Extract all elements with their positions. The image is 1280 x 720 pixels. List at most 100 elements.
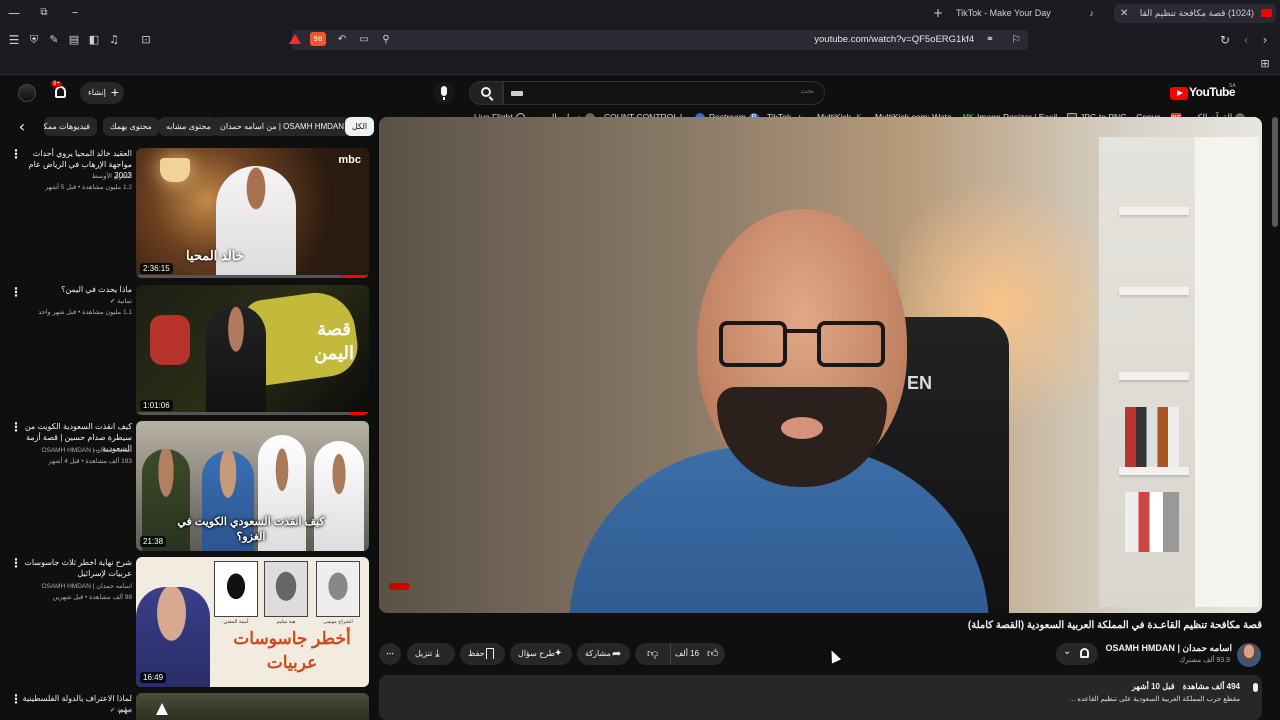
new-tab-icon[interactable]: + [932, 6, 944, 20]
avatar[interactable] [18, 84, 36, 102]
thumb-portrait-3 [316, 561, 360, 617]
bookmark-icon [486, 648, 494, 659]
mic-icon [441, 86, 447, 96]
search-input[interactable]: بحث [503, 81, 825, 105]
download-button[interactable]: تنزيل ⤓ [407, 643, 455, 665]
share-icon: ➦ [612, 648, 622, 660]
menu-icon[interactable]: — [8, 6, 20, 20]
youtube-icon [1261, 9, 1272, 17]
youtube-logo[interactable]: YouTube SA [1170, 83, 1240, 103]
channel-name[interactable]: ثمانية ✔ [20, 296, 132, 307]
close-icon[interactable]: ✕ [1120, 4, 1128, 23]
tiktok-icon: ♪ [1089, 8, 1095, 18]
restore-icon[interactable]: ⧉ [38, 6, 50, 20]
video-player[interactable]: EN [379, 117, 1262, 613]
bookshelf [1099, 137, 1259, 607]
more-actions-icon[interactable]: ⋮ [10, 556, 22, 570]
channel-name[interactable]: ثمانية ✔ [20, 705, 132, 716]
shield-icon[interactable]: ⛨ [28, 33, 40, 47]
more-actions-icon[interactable]: ⋮ [10, 420, 22, 434]
notifications-button[interactable]: 9+ [51, 81, 71, 103]
brave-rewards-icon[interactable] [289, 34, 301, 44]
play-triangle [1177, 90, 1183, 96]
more-actions-icon[interactable]: ⋮ [10, 692, 22, 706]
chip-recommended[interactable]: فيديوهات ممكنة... [44, 117, 97, 136]
music-icon[interactable]: ♫ [108, 33, 120, 47]
scrollbar-thumb[interactable] [1272, 117, 1278, 227]
video-title[interactable]: ماذا يحدث في اليمن؟ [20, 284, 132, 295]
cast-icon[interactable]: ▭ [358, 33, 370, 47]
hamburger-icon[interactable]: ☰ [8, 33, 20, 47]
video-title[interactable]: شرح نهاية اخطر ثلاث جاسوسات عربيات لإسرا… [20, 557, 132, 579]
bookmarks-bar: Live Flight حساب العمر COUNT CONTROL L..… [0, 53, 1280, 123]
shield-badge[interactable]: 98 [310, 32, 326, 46]
screenshot-icon[interactable]: ⊡ [140, 33, 152, 47]
video-meta: 1.1 مليون مشاهدة • قبل شهر واحد [38, 309, 132, 316]
more-actions-icon[interactable]: ⋮ [10, 285, 22, 299]
progress-bar [136, 412, 369, 415]
subscribe-button[interactable]: ⌄ [1056, 643, 1098, 665]
portrait-name: انشراح موسى [323, 619, 353, 625]
minimize-icon[interactable]: – [69, 5, 81, 19]
search-icon[interactable]: ⚲ [380, 33, 392, 47]
mouse-cursor-icon [826, 648, 842, 664]
search-button[interactable] [469, 81, 503, 105]
address-bar[interactable]: 98 ↶ ▭ ⚲ youtube.com/watch?v=QF5oERG1kf4… [289, 30, 1028, 50]
tab-tiktok[interactable]: TikTok - Make Your Day ♪ [956, 4, 1096, 23]
channel-name[interactable]: اسامه حمدان | OSAMH HMDAN [20, 445, 132, 456]
sparkle-icon: ✦ [554, 648, 563, 659]
video-thumbnail[interactable]: قصة اليمن 1:01:06 [136, 285, 369, 415]
subscriber-count: 93.9 ألف مشترك [1179, 657, 1230, 664]
video-thumbnail[interactable]: mbc خالد المحيا 2:36:15 [136, 148, 369, 278]
like-button[interactable]: 16 ألف 👍︎ [671, 643, 725, 665]
voice-search-button[interactable] [433, 82, 455, 104]
channel-avatar[interactable] [1237, 643, 1261, 667]
video-thumbnail[interactable]: كيف انقذت السعودي الكويت في الغزو؟ 21:38 [136, 421, 369, 551]
tab-youtube[interactable]: ✕ (1024) قصة مكافحة تنظيم القا [1114, 4, 1276, 23]
forward-icon[interactable]: › [1259, 33, 1271, 47]
thumb-caption: أخطر جاسوسات عربيات [233, 629, 351, 672]
url-text[interactable]: youtube.com/watch?v=QF5oERG1kf4 [814, 34, 974, 45]
video-meta: 1.2 مليون مشاهدة • قبل 5 أشهر [45, 184, 132, 191]
page-scrollbar[interactable] [1272, 117, 1278, 720]
video-thumbnail[interactable]: أمينة المفتي هبة سليم انشراح موسى أخطر ج… [136, 557, 369, 687]
channel-name[interactable]: اسامه حمدان | OSAMH HMDAN [20, 581, 132, 592]
pen-icon[interactable]: ✎ [48, 33, 60, 47]
chip-from-channel[interactable]: من اسامه حمدان | OSAMH HMDAN [213, 117, 352, 136]
undo-icon[interactable]: ↶ [336, 33, 348, 47]
channel-name[interactable]: الشرق الأوسط [20, 171, 132, 182]
description-box[interactable]: 494 ألف مشاهدة قبل 10 أشهر مقطع حرب المم… [379, 675, 1262, 720]
ask-button[interactable]: طرح سؤال ✦ [510, 643, 572, 665]
back-icon[interactable]: ‹ [1240, 33, 1252, 47]
channel-name[interactable]: اسامه حمدان | OSAMH HMDAN [1084, 643, 1232, 654]
chevron-down-icon: ⌄ [1063, 646, 1072, 657]
more-actions-button[interactable]: ⋯ [379, 643, 401, 665]
link-icon[interactable]: ⚭ [984, 33, 996, 47]
chip-related[interactable]: محتوى مشابه [159, 117, 218, 136]
duration-badge: 1:01:06 [140, 400, 173, 411]
tab-label: (1024) قصة مكافحة تنظيم القا [1139, 8, 1254, 18]
ask-label: طرح سؤال [518, 649, 556, 658]
chips-scroll-left[interactable]: ‹ [15, 119, 29, 136]
panel-icon[interactable]: ▤ [68, 33, 80, 47]
save-label: حفظ [468, 649, 485, 658]
thumb-shape [156, 703, 168, 715]
more-actions-icon[interactable]: ⋮ [10, 147, 22, 161]
search-placeholder: بحث [800, 88, 814, 95]
plus-icon: + [110, 84, 119, 100]
create-button[interactable]: إنشاء + [80, 82, 124, 104]
bookmark-icon[interactable]: ⚐ [1010, 33, 1022, 47]
sidebar-icon[interactable]: ◧ [88, 33, 100, 47]
dislike-button[interactable]: 👎︎ [635, 643, 671, 665]
save-button[interactable]: حفظ [460, 643, 505, 665]
apps-grid-icon[interactable]: ⊞ [1259, 57, 1271, 71]
presenter-mouth [781, 417, 823, 439]
video-thumbnail[interactable] [136, 693, 369, 720]
duration-badge: 21:38 [140, 536, 167, 547]
share-button[interactable]: مشاركة ➦ [577, 643, 630, 665]
chip-all[interactable]: الكل [345, 117, 375, 136]
reload-icon[interactable]: ↻ [1219, 33, 1231, 47]
shelf [1119, 372, 1189, 380]
mic-icon [1253, 683, 1258, 692]
chip-for-you[interactable]: محتوى يهمك [103, 117, 159, 136]
